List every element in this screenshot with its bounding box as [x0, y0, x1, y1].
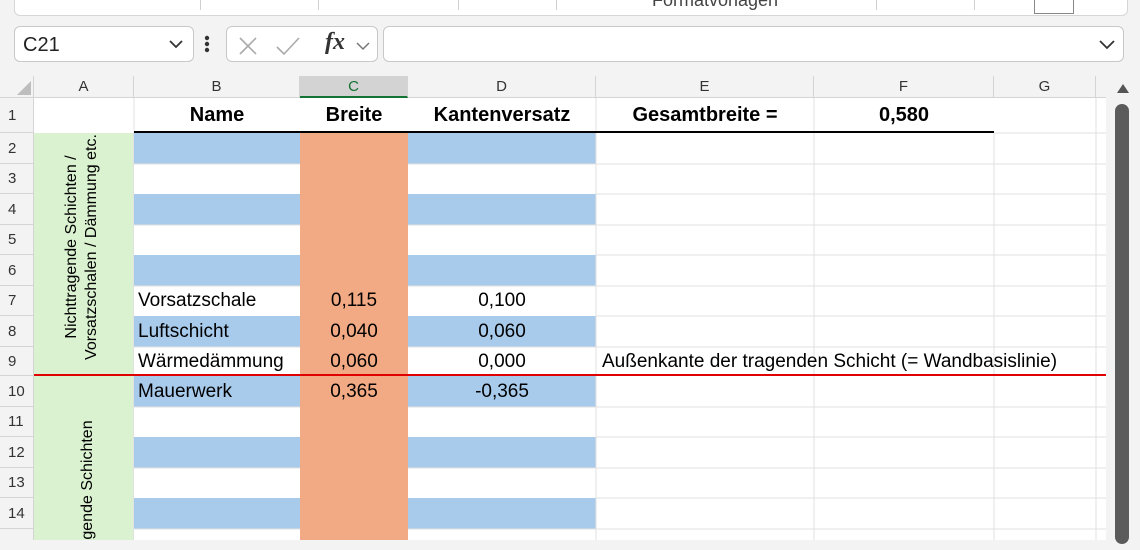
chevron-down-icon[interactable]: [167, 35, 185, 53]
confirm-icon[interactable]: [275, 35, 301, 57]
cancel-icon[interactable]: [237, 35, 259, 57]
ribbon-separator: [556, 0, 557, 10]
wall-baseline-line: [34, 374, 1106, 376]
formula-bar: C21 fx: [0, 26, 1140, 64]
cell-kantenversatz[interactable]: 0,060: [408, 316, 596, 347]
header-gesamtbreite-label[interactable]: Gesamtbreite =: [596, 98, 814, 133]
ribbon-styles-label[interactable]: Formatvorlagen: [652, 0, 778, 11]
formula-actions: fx: [226, 26, 378, 62]
cell-name[interactable]: Wärmedämmung: [134, 347, 300, 376]
ribbon-panel: [14, 0, 1128, 16]
more-options-icon[interactable]: [200, 32, 214, 56]
ribbon-separator: [974, 0, 975, 10]
header-bottom-border: [134, 131, 994, 133]
scroll-up-icon[interactable]: [1116, 82, 1130, 94]
name-box[interactable]: C21: [14, 26, 194, 62]
name-box-value: C21: [23, 34, 60, 56]
ribbon-separator: [318, 0, 319, 10]
cell-kantenversatz[interactable]: 0,100: [408, 286, 596, 316]
expand-formula-icon[interactable]: [1097, 35, 1117, 55]
header-gesamtbreite-value[interactable]: 0,580: [814, 98, 994, 133]
header-name[interactable]: Name: [134, 98, 300, 133]
ribbon-gallery-button[interactable]: [1034, 0, 1074, 14]
cell-kantenversatz[interactable]: -0,365: [408, 376, 596, 407]
formula-input[interactable]: [383, 26, 1124, 62]
header-kantenversatz[interactable]: Kantenversatz: [408, 98, 596, 133]
cell-breite[interactable]: 0,060: [300, 347, 408, 376]
scrollbar-thumb[interactable]: [1115, 104, 1129, 544]
cell-name[interactable]: Mauerwerk: [134, 376, 300, 407]
ribbon-separator: [458, 0, 459, 10]
ribbon-separator: [876, 0, 877, 10]
cell-note[interactable]: Außenkante der tragenden Schicht (= Wand…: [598, 347, 1094, 376]
insert-function-button[interactable]: fx: [325, 29, 345, 56]
cell-name[interactable]: Vorsatzschale: [134, 286, 300, 316]
vertical-scrollbar[interactable]: [1106, 76, 1140, 544]
cell-kantenversatz[interactable]: 0,000: [408, 347, 596, 376]
cell-breite[interactable]: 0,365: [300, 376, 408, 407]
ribbon-strip: Formatvorlagen: [0, 0, 1140, 18]
cell-breite[interactable]: 0,115: [300, 286, 408, 316]
ribbon-separator: [200, 0, 201, 10]
chevron-down-icon[interactable]: [355, 39, 371, 53]
header-breite[interactable]: Breite: [300, 98, 408, 133]
cell-name[interactable]: Luftschicht: [134, 316, 300, 347]
spreadsheet-grid[interactable]: A B C D E F G 1 2 3 4 5 6 7 8 9 10 11 12…: [0, 76, 1106, 540]
cell-breite[interactable]: 0,040: [300, 316, 408, 347]
